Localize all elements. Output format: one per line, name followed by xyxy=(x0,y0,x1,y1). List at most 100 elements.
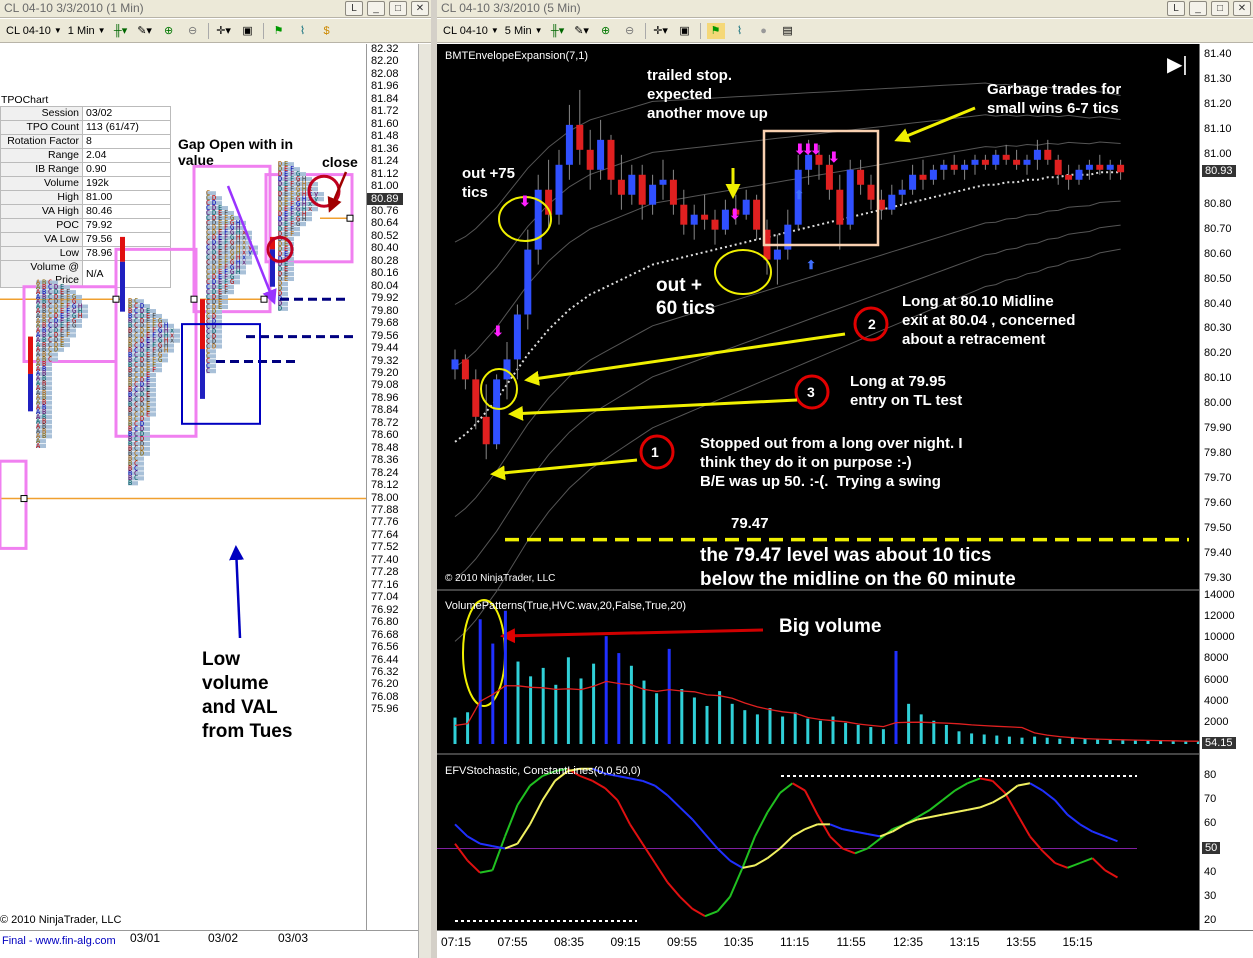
value-area-box xyxy=(0,459,28,550)
candle-body xyxy=(586,149,594,170)
price-tick-label: 79.08 xyxy=(371,379,399,392)
candle-body xyxy=(565,124,573,165)
candle-body xyxy=(524,249,532,315)
zoom-out-icon[interactable]: ⊖ xyxy=(184,23,202,39)
price-tick-label: 81.36 xyxy=(371,142,399,155)
right-value-axis[interactable]: 81.40 81.30 81.20 81.10 81.00 80.93 80.80 80.70… xyxy=(1199,44,1253,930)
stoch-slow-line xyxy=(691,818,706,835)
zoom-in-icon[interactable]: ⊕ xyxy=(160,23,178,39)
pencil-icon[interactable]: ✎▾ xyxy=(573,23,591,39)
sell-signal-arrow: ⬇ xyxy=(810,141,822,157)
date-label: 03/02 xyxy=(208,931,239,945)
tpo-letter: D xyxy=(278,305,282,313)
data-box-icon[interactable]: ▤ xyxy=(779,23,797,39)
stoch-fast-line xyxy=(504,804,519,837)
left-link-button[interactable]: L xyxy=(345,1,363,16)
right-maximize-button[interactable]: □ xyxy=(1211,1,1229,16)
price-tick-label: 79.20 xyxy=(371,366,399,379)
stoch-fast-line xyxy=(691,908,706,918)
candle-body xyxy=(659,179,667,185)
bar-type-icon[interactable]: ╫▾ xyxy=(549,23,567,39)
value-tick-label: 70 xyxy=(1204,793,1217,806)
value-tick-label: 80.50 xyxy=(1204,272,1232,285)
indicator-icon[interactable]: ⌇ xyxy=(294,23,312,39)
candle-body xyxy=(940,164,948,170)
properties-icon[interactable]: ▣ xyxy=(239,23,257,39)
candle-body xyxy=(919,174,927,180)
properties-icon[interactable]: ▣ xyxy=(676,23,694,39)
value-tick-label: 80.00 xyxy=(1204,397,1232,410)
right-interval-select[interactable]: 5 Min ▼ xyxy=(505,25,543,37)
left-close-button[interactable]: ✕ xyxy=(411,1,429,16)
zoom-out-icon[interactable]: ⊖ xyxy=(621,23,639,39)
tpo-plot-area[interactable]: TPOChart Session 03/02 TPO Count 113 (61/47… xyxy=(0,44,366,930)
chevron-down-icon: ▼ xyxy=(97,26,106,35)
stoch-slow-line xyxy=(504,842,518,850)
left-title-bar[interactable]: CL 04-10 3/3/2010 (1 Min) L _ □ ✕ xyxy=(0,0,431,18)
price-tick-label: 78.12 xyxy=(371,479,399,492)
tpo-letter: E xyxy=(60,341,64,349)
crosshair-icon[interactable]: ✛▾ xyxy=(215,23,233,39)
right-instrument-select[interactable]: CL 04-10 ▼ xyxy=(443,25,499,37)
candle-body xyxy=(857,169,865,185)
stoch-fast-line xyxy=(1016,814,1031,837)
tpo-letter: H xyxy=(236,268,240,276)
stoch-fast-line xyxy=(591,779,606,789)
value-tick-label: 80.20 xyxy=(1204,347,1232,360)
price-chart-area[interactable]: ⬇ ⬇ ⬇ ⬇ ⬇ ⬇ ⬇ ⬆ ⬆ BMTEnvelopeExpansion(7,1) Volu… xyxy=(437,44,1199,930)
scroll-to-end-icon[interactable]: ▶| xyxy=(1167,52,1188,77)
volume-indicator-label: VolumePatterns(True,HVC.wav,20,False,Tru… xyxy=(445,600,687,612)
dollar-icon[interactable]: $ xyxy=(318,23,336,39)
sell-signal-arrow: ⬇ xyxy=(492,323,504,339)
right-interval-value: 5 Min xyxy=(504,24,532,37)
left-date-axis[interactable]: Final - www.fin-alg.com 03/01 03/02 03/0… xyxy=(0,930,418,958)
price-tick-label: 82.32 xyxy=(371,43,399,55)
candle-body xyxy=(888,194,896,210)
right-link-button[interactable]: L xyxy=(1167,1,1185,16)
candle-body xyxy=(950,164,958,170)
toolbar-separator xyxy=(699,22,701,39)
crosshair-icon[interactable]: ✛▾ xyxy=(652,23,670,39)
pencil-icon[interactable]: ✎▾ xyxy=(136,23,154,39)
price-tick-label: 78.00 xyxy=(371,491,399,504)
volume-bar xyxy=(1058,738,1062,744)
right-minimize-button[interactable]: _ xyxy=(1189,1,1207,16)
coin-icon[interactable]: ● xyxy=(755,23,773,39)
right-close-button[interactable]: ✕ xyxy=(1233,1,1251,16)
time-axis[interactable]: 07:15 07:55 08:35 09:15 09:55 10:35 11:15 11:55… xyxy=(437,930,1253,958)
stoch-fast-line xyxy=(616,799,631,825)
left-interval-select[interactable]: 1 Min ▼ xyxy=(68,25,106,37)
volume-bar xyxy=(907,703,911,744)
strategy-icon[interactable]: ⚑ xyxy=(270,23,288,39)
initial-balance-bar xyxy=(120,261,125,312)
candle-body xyxy=(701,214,709,220)
stoch-fast-line xyxy=(729,867,744,898)
left-instrument-value: CL 04-10 xyxy=(6,24,51,37)
right-copyright: © 2010 NinjaTrader, LLC xyxy=(445,573,556,584)
value-tick-label: 79.40 xyxy=(1204,547,1232,560)
low-volume-arrow xyxy=(229,545,245,639)
annotation-long-midline: Long at 80.10 Midline exit at 80.04 , co… xyxy=(902,293,1076,348)
price-tick-label: 76.20 xyxy=(371,678,399,691)
left-maximize-button[interactable]: □ xyxy=(389,1,407,16)
left-price-axis[interactable]: 82.32 82.20 82.08 81.96 81.84 81.72 81.60 81.48… xyxy=(366,43,418,930)
bar-type-icon[interactable]: ╫▾ xyxy=(112,23,130,39)
footer-link[interactable]: Final - www.fin-alg.com xyxy=(2,935,116,947)
candle-body xyxy=(597,139,605,170)
sell-signal-arrow: ⬇ xyxy=(729,206,741,222)
left-minimize-button[interactable]: _ xyxy=(367,1,385,16)
zoom-in-icon[interactable]: ⊕ xyxy=(597,23,615,39)
volume-bar xyxy=(818,720,822,744)
strategy-icon[interactable]: ⚑ xyxy=(706,22,725,39)
price-tick-label: 76.80 xyxy=(371,616,399,629)
left-instrument-select[interactable]: CL 04-10 ▼ xyxy=(6,25,62,37)
volume-bar xyxy=(1033,736,1037,744)
indicator-icon[interactable]: ⌇ xyxy=(731,23,749,39)
tpo-letter: E xyxy=(218,303,222,311)
volume-bar xyxy=(1070,737,1074,744)
chevron-down-icon: ▼ xyxy=(53,26,62,35)
right-title-bar[interactable]: CL 04-10 3/3/2010 (5 Min) L _ □ ✕ xyxy=(437,0,1253,18)
value-tick-label: 80.70 xyxy=(1204,222,1232,235)
left-vertical-scrollbar[interactable] xyxy=(418,44,431,958)
volume-bar xyxy=(957,731,961,744)
